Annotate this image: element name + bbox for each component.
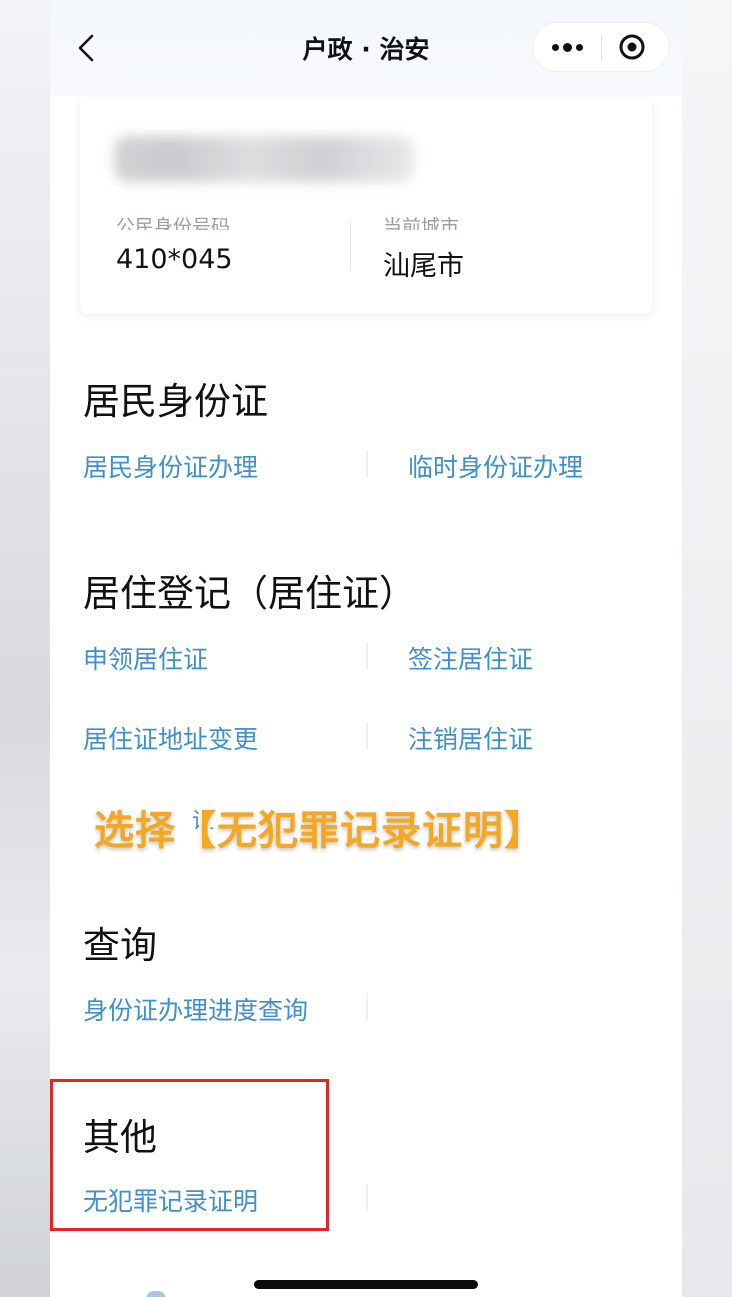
background-left-edge xyxy=(0,0,50,1297)
link-apply-residence-permit[interactable]: 申领居住证 xyxy=(83,640,208,676)
current-city-value: 汕尾市 xyxy=(383,251,464,282)
navigation-bar: 户政 · 治安 xyxy=(50,0,682,96)
link-separator xyxy=(366,993,368,1021)
capsule-divider xyxy=(601,36,602,60)
background-right-edge xyxy=(682,0,732,1297)
link-no-criminal-record-certificate[interactable]: 无犯罪记录证明 xyxy=(83,1182,258,1218)
section-title-residence: 居住登记（居住证） xyxy=(83,572,416,615)
miniprogram-capsule xyxy=(532,22,670,72)
id-number-label: 公民身份号码 xyxy=(116,216,231,230)
id-number-value: 410*045 xyxy=(116,244,233,275)
blurred-user-name xyxy=(114,136,414,182)
link-id-card-progress-query[interactable]: 身份证办理进度查询 xyxy=(83,991,308,1027)
tab-bar-icon-glimpse xyxy=(146,1291,166,1297)
link-endorse-residence-permit[interactable]: 签注居住证 xyxy=(408,640,533,676)
home-indicator[interactable] xyxy=(254,1280,478,1289)
section-title-query: 查询 xyxy=(83,924,157,967)
link-temp-id-card-apply[interactable]: 临时身份证办理 xyxy=(408,448,583,484)
phone-screen: 户政 · 治安 公民身份号码 410*045 当前城市 汕尾市 居民身份证 居民… xyxy=(50,0,682,1297)
link-separator xyxy=(366,1184,368,1212)
user-info-card: 公民身份号码 410*045 当前城市 汕尾市 xyxy=(80,98,652,314)
link-separator xyxy=(366,722,368,750)
link-change-residence-address[interactable]: 居住证地址变更 xyxy=(83,720,258,756)
current-city-label: 当前城市 xyxy=(383,216,460,230)
section-title-id-card: 居民身份证 xyxy=(83,380,268,423)
more-options-icon[interactable] xyxy=(533,23,601,71)
card-divider xyxy=(350,220,351,270)
link-cancel-residence-permit[interactable]: 注销居住证 xyxy=(408,720,533,756)
instruction-overlay: 选择【无犯罪记录证明】 xyxy=(91,805,547,857)
close-miniprogram-icon[interactable] xyxy=(618,33,646,61)
link-id-card-apply[interactable]: 居民身份证办理 xyxy=(83,448,258,484)
link-separator xyxy=(366,642,368,670)
section-title-other: 其他 xyxy=(83,1116,157,1159)
link-separator xyxy=(366,450,368,478)
